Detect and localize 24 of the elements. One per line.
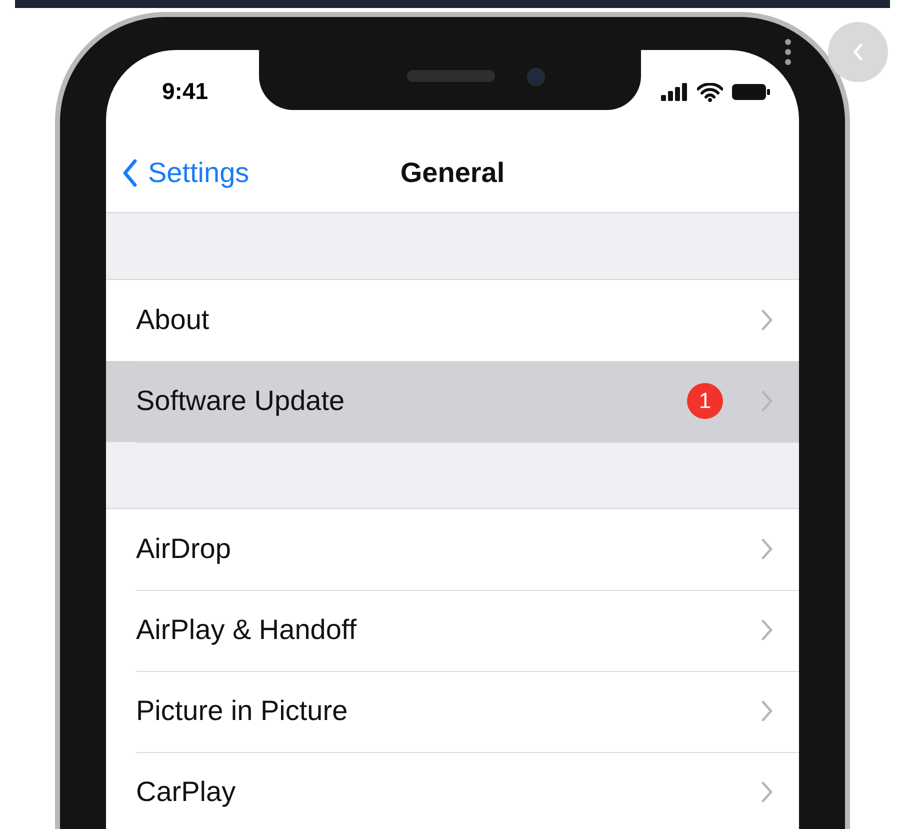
chevron-icon (761, 700, 773, 722)
chevron-icon (761, 538, 773, 560)
status-time: 9:41 (162, 78, 208, 104)
settings-row[interactable]: Software Update 1 (106, 361, 799, 442)
row-label: Software Update (136, 385, 346, 417)
signal-icon (661, 83, 689, 101)
left-chevron-icon (852, 43, 864, 61)
row-label: About (136, 304, 210, 336)
row-label: AirPlay & Handoff (136, 614, 358, 646)
wifi-icon (697, 82, 723, 102)
row-label: CarPlay (136, 776, 237, 808)
chevron-icon (761, 781, 773, 803)
chevron-icon (761, 309, 773, 331)
back-chevron-icon (122, 159, 138, 187)
back-button[interactable]: Settings (106, 157, 250, 189)
notification-badge: 1 (687, 383, 723, 419)
battery-icon (731, 83, 771, 101)
camera-lens (527, 68, 545, 86)
row-label: AirDrop (136, 533, 232, 565)
page-title: General (400, 157, 505, 189)
chevron-icon (761, 619, 773, 641)
more-options-icon[interactable] (784, 38, 792, 66)
chevron-icon (761, 390, 773, 412)
row-label: Picture in Picture (136, 695, 349, 727)
